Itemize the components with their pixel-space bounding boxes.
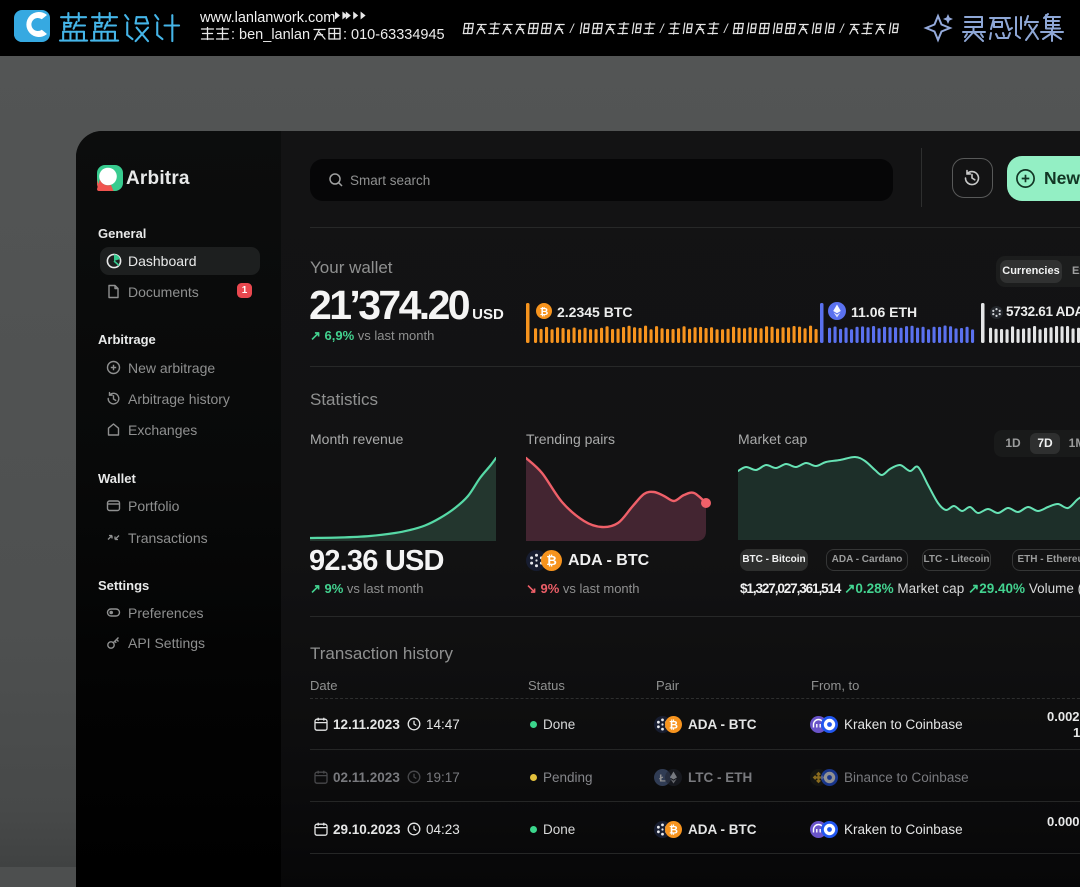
svg-text:/: / xyxy=(723,21,729,36)
svg-text:: 010-63334945: : 010-63334945 xyxy=(343,27,445,43)
svg-text:/: / xyxy=(839,21,845,36)
svg-text:/: / xyxy=(659,21,665,36)
svg-text:₿: ₿ xyxy=(669,720,678,732)
svg-text:: ben_lanlan: : ben_lanlan xyxy=(231,27,310,43)
svg-text:/: / xyxy=(569,21,575,36)
svg-text:₿: ₿ xyxy=(546,553,557,568)
svg-text:www.lanlanwork.com: www.lanlanwork.com xyxy=(199,10,335,26)
svg-text:₿: ₿ xyxy=(669,825,678,837)
svg-text:₿: ₿ xyxy=(540,306,549,318)
